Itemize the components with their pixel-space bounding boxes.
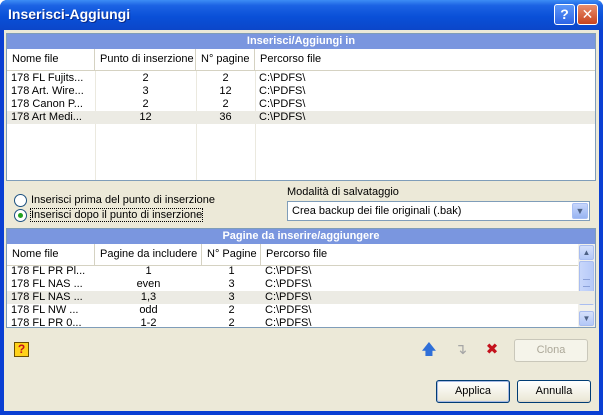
- table-cell: 3: [228, 278, 235, 290]
- table-cell: odd: [139, 304, 158, 316]
- scroll-up-icon[interactable]: ▲: [579, 245, 594, 260]
- column-header-file-name[interactable]: Nome file: [7, 49, 95, 71]
- table-cell: C:\PDFS\: [259, 72, 306, 84]
- column-header-pages-to-include[interactable]: Pagine da includere: [95, 244, 202, 266]
- insert-after-radio[interactable]: [14, 209, 27, 222]
- chevron-down-icon[interactable]: ▼: [572, 203, 588, 219]
- column-header-insert-point[interactable]: Punto di inserzione: [95, 49, 196, 71]
- table-cell: 1,3: [140, 291, 157, 303]
- table-cell: 2: [228, 317, 235, 328]
- save-mode-value: Crea backup dei file originali (.bak): [292, 205, 462, 217]
- table-cell: C:\PDFS\: [259, 98, 306, 110]
- table-cell: 178 FL NW ...: [11, 304, 79, 316]
- table-cell: 3: [142, 85, 149, 97]
- cancel-button[interactable]: Annulla: [517, 380, 591, 403]
- column-header-page-count[interactable]: N° Pagine: [202, 244, 261, 266]
- table-cell: 1: [228, 265, 235, 277]
- grid-header: Nome file Pagine da includere N° Pagine …: [7, 244, 595, 266]
- table-row[interactable]: 178 Art. Wire... 3 12 C:\PDFS\: [7, 85, 595, 98]
- table-row[interactable]: 178 FL PR Pl... 1 1 C:\PDFS\: [7, 265, 595, 278]
- table-cell: 2: [222, 98, 229, 110]
- insert-after-option[interactable]: Inserisci dopo il punto di inserzione: [14, 208, 274, 224]
- table-cell: 12: [219, 85, 232, 97]
- pages-to-insert-grid[interactable]: Pagine da inserire/aggiungere Nome file …: [6, 228, 596, 328]
- table-cell: 178 FL PR Pl...: [11, 265, 86, 277]
- table-cell: 178 FL NAS ...: [11, 291, 83, 303]
- table-cell: even: [136, 278, 161, 290]
- grid-title: Inserisci/Aggiungi in: [7, 34, 595, 49]
- apply-button[interactable]: Applica: [436, 380, 510, 403]
- window-title: Inserisci-Aggiungi: [8, 6, 131, 22]
- column-header-file-name[interactable]: Nome file: [7, 244, 95, 266]
- title-bar[interactable]: Inserisci-Aggiungi ? ✕: [0, 0, 603, 30]
- arrow-up-icon[interactable]: 🡅: [420, 341, 438, 359]
- save-mode-dropdown[interactable]: Crea backup dei file originali (.bak) ▼: [287, 201, 590, 221]
- delete-x-icon[interactable]: ✖: [483, 341, 501, 359]
- table-cell: C:\PDFS\: [265, 265, 312, 277]
- table-cell: 178 Canon P...: [11, 98, 83, 110]
- table-row[interactable]: 178 FL Fujits... 2 2 C:\PDFS\: [7, 72, 595, 85]
- table-row[interactable]: 178 Art Medi... 12 36 C:\PDFS\: [7, 111, 595, 124]
- insert-before-radio[interactable]: [14, 194, 27, 207]
- table-cell: C:\PDFS\: [259, 85, 306, 97]
- help-button[interactable]: ?: [554, 4, 575, 25]
- arrow-down-icon[interactable]: ↴: [452, 341, 470, 359]
- table-row[interactable]: 178 FL NW ... odd 2 C:\PDFS\: [7, 304, 595, 317]
- dialog-body: Inserisci/Aggiungi in Nome file Punto di…: [4, 30, 599, 411]
- table-cell: C:\PDFS\: [265, 291, 312, 303]
- table-row[interactable]: 178 Canon P... 2 2 C:\PDFS\: [7, 98, 595, 111]
- table-row[interactable]: 178 FL PR 0... 1-2 2 C:\PDFS\: [7, 317, 595, 328]
- column-header-file-path[interactable]: Percorso file: [255, 49, 595, 71]
- insert-after-label: Inserisci dopo il punto di inserzione: [29, 208, 204, 222]
- table-cell: 12: [139, 111, 152, 123]
- table-cell: 1-2: [140, 317, 157, 328]
- table-cell: 2: [222, 72, 229, 84]
- table-cell: C:\PDFS\: [265, 278, 312, 290]
- column-header-page-count[interactable]: N° pagine: [196, 49, 255, 71]
- grid-title: Pagine da inserire/aggiungere: [7, 229, 595, 244]
- table-cell: 178 FL PR 0...: [11, 317, 82, 328]
- column-header-file-path[interactable]: Percorso file: [261, 244, 580, 266]
- insert-before-label: Inserisci prima del punto di inserzione: [31, 194, 216, 206]
- table-cell: 178 Art. Wire...: [11, 85, 84, 97]
- dialog-window: Inserisci-Aggiungi ? ✕ Inserisci/Aggiung…: [0, 0, 603, 415]
- table-cell: 1: [145, 265, 152, 277]
- table-cell: 2: [142, 72, 149, 84]
- grid-header: Nome file Punto di inserzione N° pagine …: [7, 49, 595, 71]
- table-cell: 2: [142, 98, 149, 110]
- table-cell: C:\PDFS\: [265, 304, 312, 316]
- table-row[interactable]: 178 FL NAS ... 1,3 3 C:\PDFS\: [7, 291, 595, 304]
- insert-before-option[interactable]: Inserisci prima del punto di inserzione: [14, 193, 274, 209]
- insert-target-grid[interactable]: Inserisci/Aggiungi in Nome file Punto di…: [6, 33, 596, 181]
- table-cell: 178 Art Medi...: [11, 111, 82, 123]
- table-cell: C:\PDFS\: [259, 111, 306, 123]
- table-cell: 2: [228, 304, 235, 316]
- table-cell: 36: [219, 111, 232, 123]
- table-cell: C:\PDFS\: [265, 317, 312, 328]
- table-cell: 178 FL NAS ...: [11, 278, 83, 290]
- table-cell: 178 FL Fujits...: [11, 72, 84, 84]
- help-question-icon[interactable]: ?: [14, 342, 29, 357]
- table-cell: 3: [228, 291, 235, 303]
- close-button[interactable]: ✕: [577, 4, 598, 25]
- save-mode-label: Modalità di salvataggio: [287, 186, 399, 198]
- clone-button[interactable]: Clona: [514, 339, 588, 362]
- table-row[interactable]: 178 FL NAS ... even 3 C:\PDFS\: [7, 278, 595, 291]
